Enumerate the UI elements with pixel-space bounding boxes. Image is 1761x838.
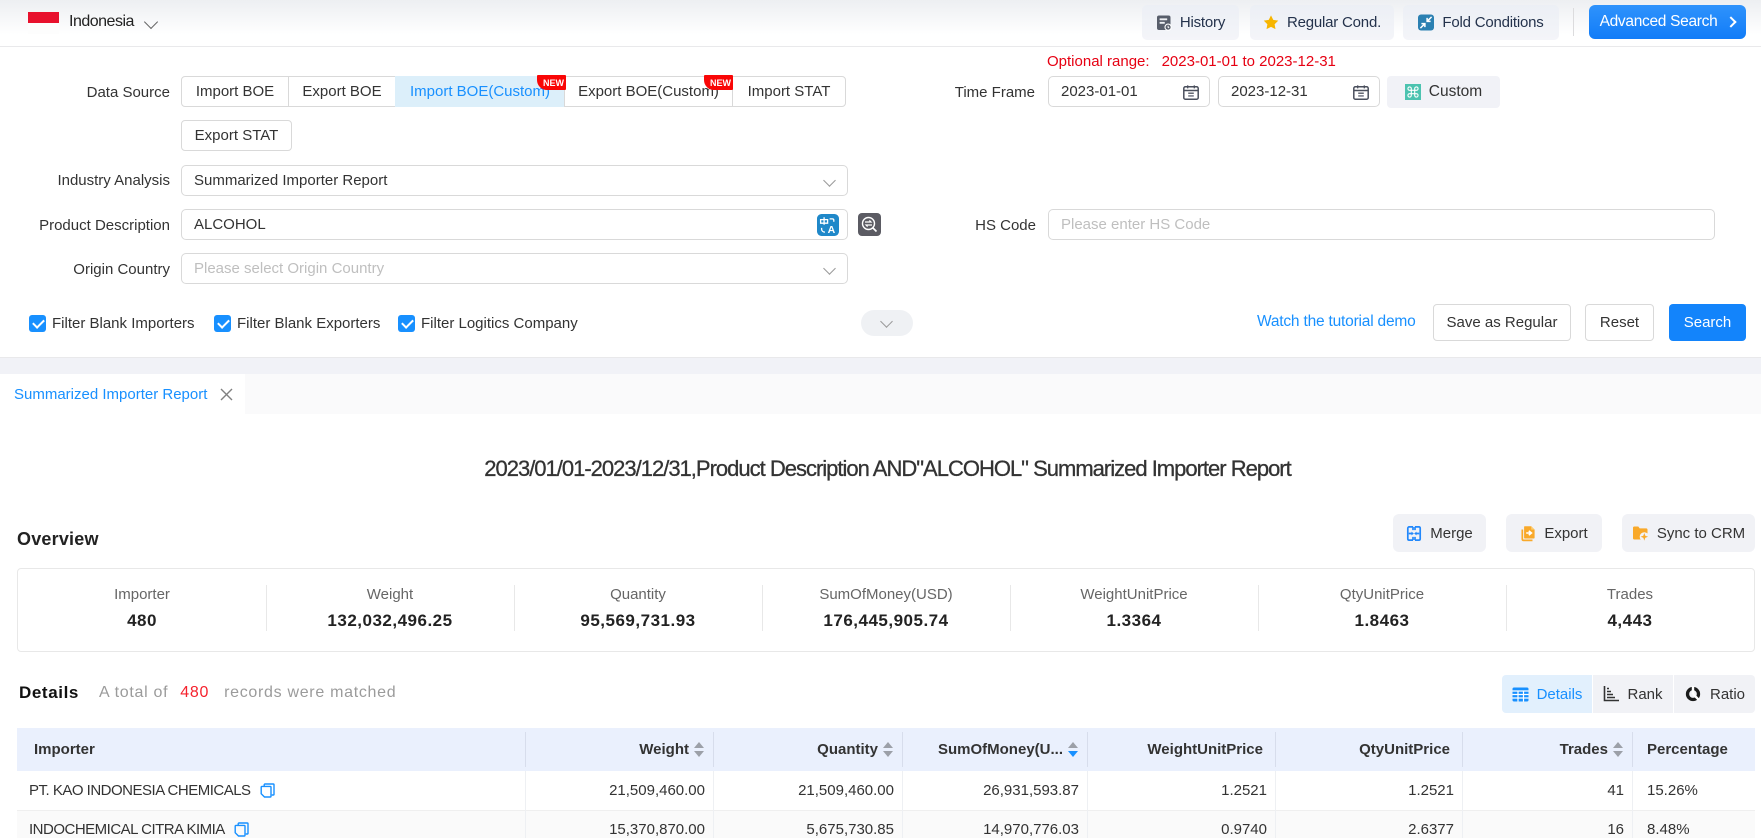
svg-text:A: A: [828, 224, 836, 236]
